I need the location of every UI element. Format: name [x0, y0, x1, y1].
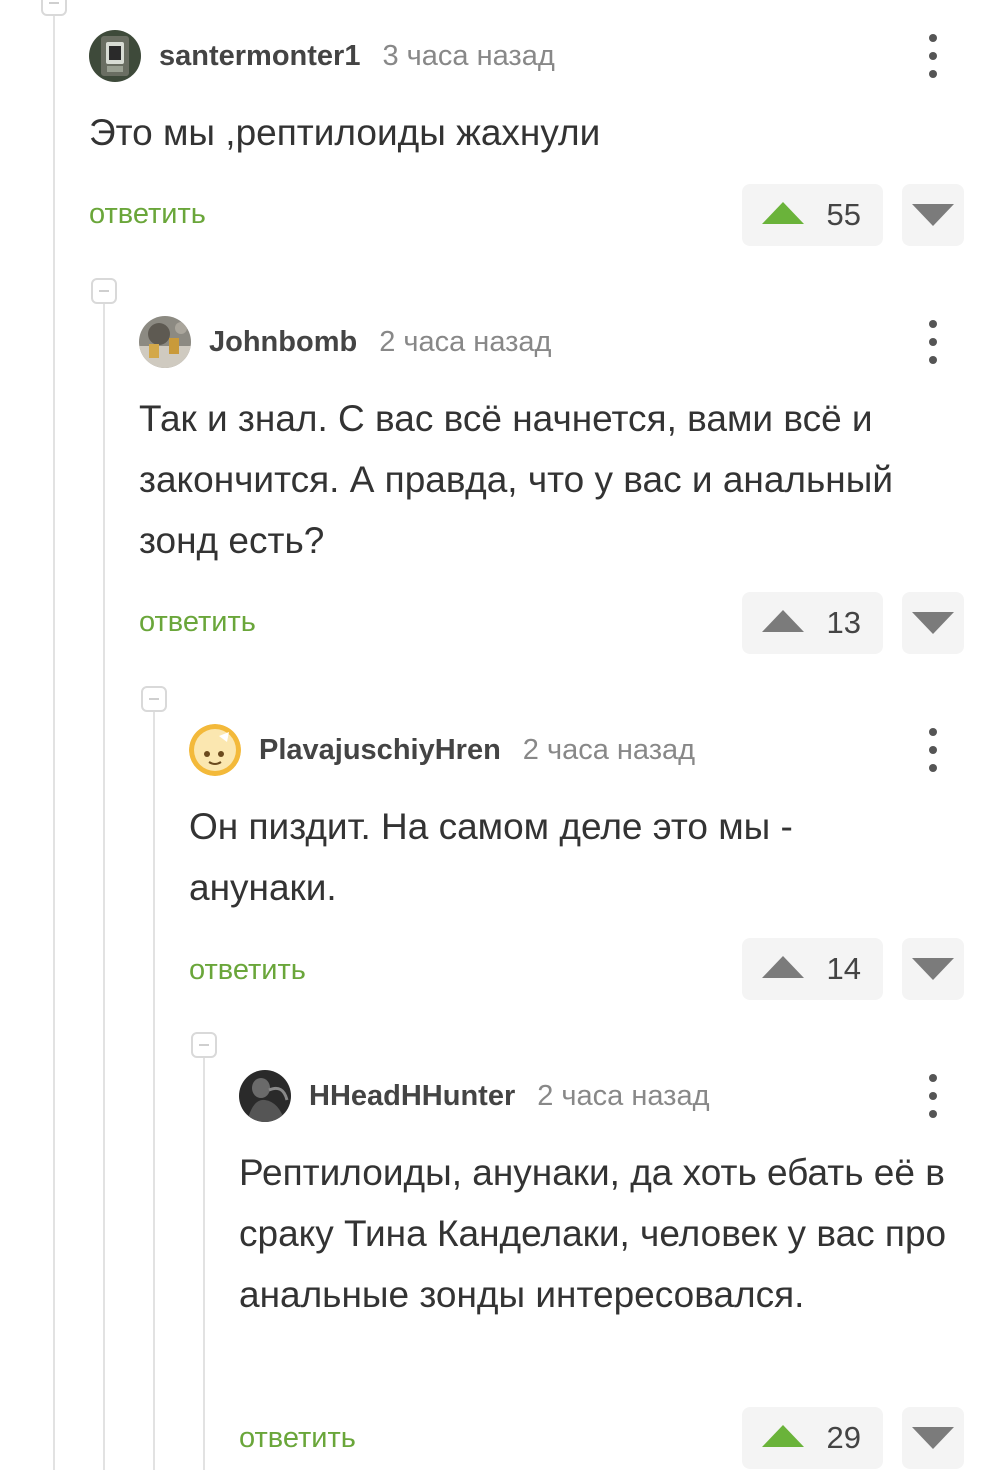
comment-username[interactable]: PlavajuschiyHren [259, 734, 501, 767]
more-options-icon[interactable] [928, 320, 938, 364]
downvote-button[interactable] [902, 184, 964, 246]
upvote-button[interactable]: 29 [742, 1407, 883, 1469]
more-options-icon[interactable] [928, 34, 938, 78]
collapse-thread-button[interactable] [91, 278, 117, 304]
reply-button[interactable]: ответить [139, 606, 256, 639]
downvote-button[interactable] [902, 1407, 964, 1469]
comment-timestamp: 2 часа назад [537, 1079, 710, 1112]
vote-count: 13 [826, 605, 861, 640]
thread-line-level-2 [103, 304, 105, 1470]
collapse-thread-button[interactable] [191, 1032, 217, 1058]
comment-timestamp: 2 часа назад [379, 325, 552, 358]
comment-text: Он пиздит. На самом деле это мы - анунак… [189, 806, 793, 908]
comment-text: Это мы ,рептилоиды жахнули [89, 112, 601, 153]
reply-button[interactable]: ответить [89, 198, 206, 231]
upvote-arrow-icon [762, 202, 804, 224]
comment-timestamp: 2 часа назад [522, 733, 696, 766]
comment-username[interactable]: HHeadHHunter [309, 1080, 515, 1113]
vote-count: 55 [826, 197, 861, 232]
downvote-arrow-icon [912, 958, 954, 980]
thread-line-level-1 [53, 14, 55, 1470]
downvote-arrow-icon [912, 612, 954, 634]
comment-text: Так и знал. С вас всё начнется, вами всё… [139, 398, 893, 561]
upvote-arrow-icon [762, 956, 804, 978]
user-avatar[interactable] [239, 1070, 291, 1122]
comment-username[interactable]: Johnbomb [209, 326, 357, 359]
upvote-arrow-icon [762, 1425, 804, 1447]
more-options-icon[interactable] [928, 1074, 938, 1118]
more-options-icon[interactable] [928, 728, 938, 772]
thread-line-level-4 [203, 1058, 205, 1470]
user-avatar[interactable] [189, 724, 241, 776]
vote-count: 14 [826, 951, 861, 986]
downvote-arrow-icon [912, 204, 954, 226]
comment-username[interactable]: santermonter1 [159, 40, 360, 73]
vote-count: 29 [826, 1420, 861, 1455]
collapse-thread-button[interactable] [141, 686, 167, 712]
downvote-arrow-icon [912, 1427, 954, 1449]
downvote-button[interactable] [902, 592, 964, 654]
downvote-button[interactable] [902, 938, 964, 1000]
reply-button[interactable]: ответить [239, 1422, 356, 1455]
upvote-button[interactable]: 13 [742, 592, 883, 654]
user-avatar[interactable] [89, 30, 141, 82]
thread-line-level-3 [153, 712, 155, 1470]
upvote-button[interactable]: 55 [742, 184, 883, 246]
comment-timestamp: 3 часа назад [382, 39, 555, 72]
upvote-arrow-icon [762, 610, 804, 632]
comment-text: Рептилоиды, анунаки, да хоть ебать её в … [239, 1152, 947, 1315]
collapse-thread-button[interactable] [41, 0, 67, 16]
upvote-button[interactable]: 14 [742, 938, 883, 1000]
user-avatar[interactable] [139, 316, 191, 368]
reply-button[interactable]: ответить [189, 954, 306, 987]
